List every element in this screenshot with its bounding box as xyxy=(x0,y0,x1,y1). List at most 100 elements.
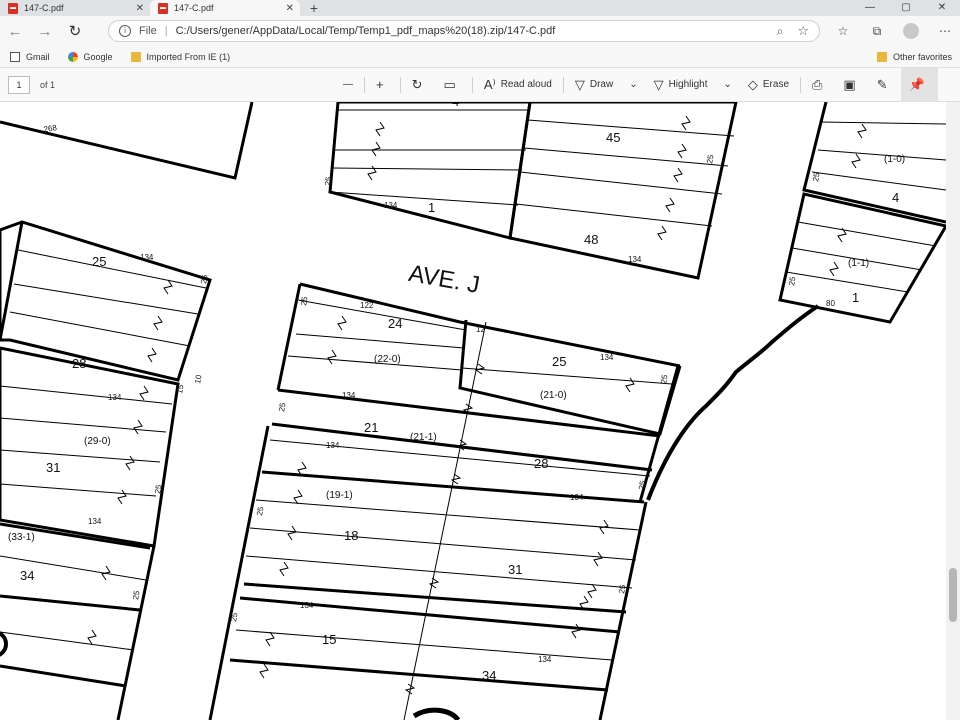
parcel-number: 31 xyxy=(508,562,522,577)
dimension-label: 134 xyxy=(108,393,122,402)
minimize-button[interactable]: — xyxy=(852,0,888,16)
parcel-number: 31 xyxy=(46,460,60,475)
pdf-toolbar: 1 of 1 — + ↻ ▭ A⁾ Read aloud ▽ Draw ⌄ ▽ Hig… xyxy=(0,67,960,102)
dimension-label: 25 xyxy=(659,373,670,384)
eraser-icon: ◇ xyxy=(747,76,758,92)
print-button[interactable]: ⎙ xyxy=(804,68,835,102)
dimension-label: 134 xyxy=(140,253,154,262)
zoom-out-button[interactable]: — xyxy=(335,68,361,102)
parcel-number: 1 xyxy=(852,290,859,305)
parcel-number: 18 xyxy=(344,528,358,543)
forward-arrow-icon[interactable]: → xyxy=(30,23,60,40)
draw-button[interactable]: ▽ Draw xyxy=(567,68,621,102)
maximize-button[interactable]: ▢ xyxy=(888,0,924,16)
profile-avatar[interactable] xyxy=(903,23,919,39)
browser-actions: ☆ ⧉ ⋯ xyxy=(826,20,960,42)
favorites-list-icon[interactable]: ☆ xyxy=(826,20,860,42)
dimension-label: 134 xyxy=(628,255,642,264)
dimension-label: 134 xyxy=(538,655,552,664)
toolbar-divider xyxy=(364,76,366,93)
other-favorites-label: Other favorites xyxy=(892,51,952,62)
favorite-google[interactable]: Google xyxy=(67,51,113,62)
new-tab-button[interactable]: + xyxy=(306,0,322,16)
close-tab-icon[interactable]: ✕ xyxy=(286,3,294,14)
more-menu-icon[interactable]: ⋯ xyxy=(928,20,960,42)
dimension-label: 25 xyxy=(705,153,716,164)
close-window-button[interactable]: ✕ xyxy=(924,0,960,16)
fit-page-button[interactable]: ▭ xyxy=(436,68,469,102)
dimension-label: 134 xyxy=(384,201,398,210)
print-icon: ⎙ xyxy=(812,76,823,92)
info-icon[interactable]: i xyxy=(119,25,131,37)
dimension-label: 25 xyxy=(787,275,798,286)
favorite-gmail[interactable]: Gmail xyxy=(10,51,50,62)
url-text[interactable]: C:/Users/gener/AppData/Local/Temp/Temp1_… xyxy=(176,25,556,37)
favorite-label: Google xyxy=(83,51,113,62)
tab-strip: ▬ 147-C.pdf ✕ ▬ 147-C.pdf ✕ + — ▢ ✕ xyxy=(0,0,960,16)
dimension-label: 12 xyxy=(476,325,485,334)
read-aloud-button[interactable]: A⁾ Read aloud xyxy=(476,68,560,102)
zoom-in-button[interactable]: + xyxy=(368,68,397,102)
pin-toolbar-button[interactable]: 📌 xyxy=(900,67,938,102)
zoom-icon[interactable]: ⌕ xyxy=(777,24,784,39)
save-as-button[interactable]: ✎ xyxy=(869,68,901,102)
dimension-label: 134 xyxy=(570,493,584,502)
highlight-button[interactable]: ▽ Highlight xyxy=(646,68,716,102)
close-tab-icon[interactable]: ✕ xyxy=(136,3,144,14)
refresh-icon[interactable]: ↻ xyxy=(60,22,90,40)
back-arrow-icon[interactable]: ← xyxy=(0,23,30,40)
draw-options-button[interactable]: ⌄ xyxy=(621,68,645,102)
save-as-icon: ✎ xyxy=(876,76,888,92)
dimension-label: 134 xyxy=(600,353,614,362)
page-total: of 1 xyxy=(40,79,56,90)
dimension-label: 25 xyxy=(299,295,310,306)
parcel-sub-number: (21-0) xyxy=(540,390,567,401)
highlight-options-button[interactable]: ⌄ xyxy=(716,68,740,102)
toolbar-divider xyxy=(800,76,802,93)
favorite-imported-folder[interactable]: Imported From IE (1) xyxy=(130,51,231,62)
vertical-scrollbar[interactable] xyxy=(946,102,960,720)
rotate-button[interactable]: ↻ xyxy=(404,68,436,102)
address-divider: | xyxy=(164,25,168,37)
scrollbar-thumb[interactable] xyxy=(949,568,957,622)
parcel-lines xyxy=(0,102,946,720)
google-icon xyxy=(67,51,78,62)
address-bar[interactable]: i File | C:/Users/gener/AppData/Local/Te… xyxy=(108,20,820,42)
folder-icon xyxy=(876,51,887,62)
chevron-down-icon: ⌄ xyxy=(629,79,638,90)
parcel-number: 34 xyxy=(482,668,496,683)
folder-icon xyxy=(130,51,141,62)
browser-tab[interactable]: ▬ 147-C.pdf ✕ xyxy=(0,0,150,16)
favorite-label: Imported From IE (1) xyxy=(146,51,231,62)
parcel-number: 21 xyxy=(364,420,378,435)
dimension-label: 25 xyxy=(131,589,142,600)
dimension-label: 134 xyxy=(326,441,340,450)
dimension-label: 25 xyxy=(255,505,266,516)
favorite-star-icon[interactable]: ☆ xyxy=(797,23,809,39)
pdf-file-icon: ▬ xyxy=(158,2,168,14)
collections-icon[interactable]: ⧉ xyxy=(860,20,894,42)
page-number-input[interactable]: 1 xyxy=(8,75,30,94)
other-favorites[interactable]: Other favorites xyxy=(876,51,952,62)
dimension-label: 268 xyxy=(43,123,58,134)
erase-button[interactable]: ◇ Erase xyxy=(740,68,797,102)
dimension-label: 134 xyxy=(300,601,314,610)
dimension-label: 15 xyxy=(175,383,186,394)
dimension-label: 134 xyxy=(88,517,102,526)
parcel-sub-number: (22-0) xyxy=(374,354,401,365)
tab-title: 147-C.pdf xyxy=(174,3,214,13)
fit-page-icon: ▭ xyxy=(443,76,456,92)
street-name: AVE. J xyxy=(407,260,482,299)
parcel-sub-number: (1-0) xyxy=(884,154,905,165)
parcel-number: 28 xyxy=(534,456,548,471)
save-button[interactable]: ▣ xyxy=(835,68,868,102)
pin-icon: 📌 xyxy=(908,76,925,92)
toolbar-divider xyxy=(471,76,473,93)
toolbar-divider xyxy=(562,76,564,93)
parcel-number: 1 xyxy=(428,200,435,215)
dimension-label: 25 xyxy=(617,583,628,594)
zoom-in-icon: + xyxy=(376,77,384,92)
pdf-document-viewport[interactable]: AVE. J 2684452513414813425(1-0)254(1-1)2… xyxy=(0,102,946,720)
browser-tab-active[interactable]: ▬ 147-C.pdf ✕ xyxy=(150,0,300,16)
favorite-label: Gmail xyxy=(26,51,50,62)
